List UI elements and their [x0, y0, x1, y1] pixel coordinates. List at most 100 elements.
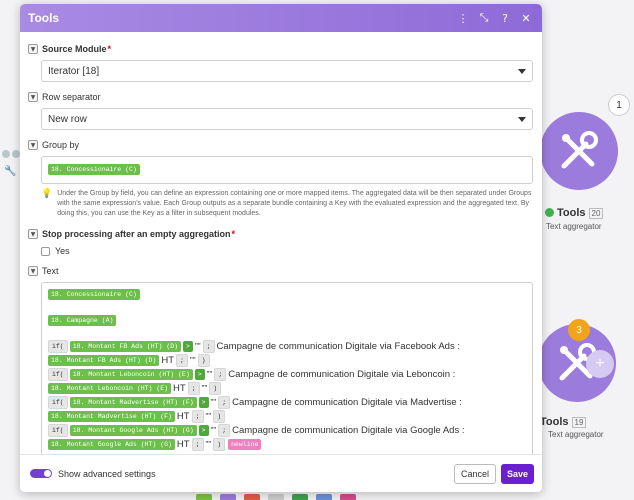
- source-module-field: ▼ Source Module * Iterator [18]: [28, 42, 534, 82]
- dialog-footer: Show advanced settings Cancel Save: [20, 454, 542, 492]
- label-text: Campagne de communication Digitale via L…: [228, 368, 456, 380]
- connector-dot: [2, 150, 10, 158]
- text-aggregator-node[interactable]: [540, 112, 618, 190]
- yes-checkbox[interactable]: [41, 246, 50, 256]
- row-separator-label: ▼ Row separator: [28, 90, 534, 104]
- dropdown-caret-icon: [518, 116, 526, 122]
- if-result-line: 18. Montant Madvertise (HT) (F) HT ; "" …: [48, 409, 526, 423]
- close-paren-pill[interactable]: ): [197, 353, 210, 367]
- close-paren-pill[interactable]: ): [213, 437, 226, 451]
- stop-processing-label: ▼ Stop processing after an empty aggrega…: [28, 227, 534, 241]
- chevron-down-icon[interactable]: ▼: [28, 229, 38, 239]
- group-by-label: ▼ Group by: [28, 138, 534, 152]
- node-subtitle: Text aggregator: [548, 430, 604, 439]
- if-function-pill[interactable]: if(: [48, 395, 68, 409]
- wrench-icon: 🔧: [4, 166, 17, 177]
- text-label: ▼ Text: [28, 264, 534, 278]
- row-separator-value: New row: [48, 113, 87, 125]
- node-title: Tools 20: [545, 207, 604, 219]
- add-module-icon[interactable]: +: [586, 350, 614, 378]
- chevron-down-icon[interactable]: ▼: [28, 140, 38, 150]
- label-text: Campagne de communication Digitale via G…: [232, 424, 465, 436]
- operation-counter: 3: [568, 319, 590, 341]
- mapped-item-pill[interactable]: 18. Concessionaire (C): [48, 164, 140, 176]
- separator-pill[interactable]: ;: [218, 423, 231, 437]
- node-subtitle: Text aggregator: [546, 222, 602, 231]
- operator-pill[interactable]: >: [198, 396, 209, 408]
- operation-counter: 1: [608, 94, 630, 116]
- mapped-item-pill[interactable]: 18. Montant Google Ads (HT) (G): [69, 424, 197, 436]
- if-expression-line: if( 18. Montant FB Ads (HT) (D) > "" ; C…: [48, 339, 526, 353]
- label-text: Campagne de communication Digitale via M…: [232, 396, 462, 408]
- advanced-settings-toggle[interactable]: [30, 469, 52, 478]
- mapped-item-pill[interactable]: 18. Montant Madvertise (HT) (F): [69, 396, 197, 408]
- expand-icon[interactable]: ⤡: [476, 10, 492, 26]
- bottom-toolbar: [196, 494, 356, 500]
- mapped-item-pill[interactable]: 18. Montant Madvertise (HT) (F): [48, 410, 175, 422]
- tools-icon: [561, 131, 598, 169]
- label-text: Campagne de communication Digitale via F…: [216, 340, 460, 352]
- node-title: Tools 19: [540, 416, 587, 428]
- separator-pill[interactable]: ;: [191, 437, 204, 451]
- save-button[interactable]: Save: [500, 463, 534, 484]
- dialog-header: Tools ⋮ ⤡ ? ✕: [20, 4, 542, 32]
- operator-pill[interactable]: >: [183, 340, 193, 352]
- mapped-item-pill[interactable]: 18. Concessionaire (C): [48, 288, 140, 300]
- connector-dot: [12, 150, 20, 158]
- stop-processing-field: ▼ Stop processing after an empty aggrega…: [28, 227, 534, 256]
- operator-pill[interactable]: >: [194, 368, 205, 380]
- yes-label: Yes: [55, 246, 70, 256]
- text-field: ▼ Text 18. Concessionaire (C) 18. Campag…: [28, 264, 534, 454]
- separator-pill[interactable]: ;: [191, 409, 204, 423]
- lightbulb-icon: 💡: [41, 189, 53, 199]
- mapped-item-pill[interactable]: 18. Montant Leboncoin (HT) (E): [69, 368, 193, 380]
- chevron-down-icon[interactable]: ▼: [28, 44, 38, 54]
- if-function-pill[interactable]: if(: [48, 367, 68, 381]
- if-function-pill[interactable]: if(: [48, 423, 68, 437]
- separator-pill[interactable]: ;: [214, 367, 227, 381]
- dropdown-caret-icon: [518, 68, 526, 74]
- mapped-item-pill[interactable]: 18. Montant Leboncoin (HT) (E): [48, 382, 172, 394]
- separator-pill[interactable]: ;: [187, 381, 200, 395]
- newline-pill[interactable]: newline: [228, 438, 262, 450]
- chevron-down-icon[interactable]: ▼: [28, 266, 38, 276]
- separator-pill[interactable]: ;: [218, 395, 231, 409]
- module-number: 20: [588, 208, 604, 219]
- dialog-body: ▼ Source Module * Iterator [18] ▼ Row sep…: [20, 32, 542, 454]
- if-expression-line: if( 18. Montant Google Ads (HT) (G) > ""…: [48, 423, 526, 437]
- close-icon[interactable]: ✕: [518, 10, 534, 26]
- tools-dialog: Tools ⋮ ⤡ ? ✕ ▼ Source Module * Iterator …: [20, 4, 542, 492]
- row-separator-select[interactable]: New row: [41, 108, 533, 130]
- group-by-hint: 💡 Under the Group by field, you can defi…: [41, 189, 532, 217]
- close-paren-pill[interactable]: ): [213, 409, 226, 423]
- if-result-line: 18. Montant Leboncoin (HT) (E) HT ; "" ): [48, 381, 526, 395]
- mapped-item-pill[interactable]: 18. Montant FB Ads (HT) (D): [48, 354, 160, 366]
- if-expression-line: if( 18. Montant Madvertise (HT) (F) > ""…: [48, 395, 526, 409]
- advanced-settings-label: Show advanced settings: [58, 468, 156, 479]
- if-function-pill[interactable]: if(: [48, 339, 68, 353]
- mapped-item-pill[interactable]: 18. Montant FB Ads (HT) (D): [69, 340, 182, 352]
- mapped-item-pill[interactable]: 18. Campagne (A): [48, 314, 117, 326]
- if-result-line: 18. Montant FB Ads (HT) (D) HT ; "" ): [48, 353, 526, 367]
- operator-pill[interactable]: >: [198, 424, 209, 436]
- separator-pill[interactable]: ;: [202, 339, 215, 353]
- group-by-input[interactable]: 18. Concessionaire (C): [41, 156, 533, 184]
- separator-pill[interactable]: ;: [176, 353, 188, 367]
- mapped-item-pill[interactable]: 18. Montant Google Ads (HT) (G): [48, 438, 175, 450]
- source-module-label: ▼ Source Module *: [28, 42, 534, 56]
- module-number: 19: [571, 417, 587, 428]
- if-result-line: 18. Montant Google Ads (HT) (G) HT ; "" …: [48, 437, 526, 451]
- source-module-value: Iterator [18]: [48, 65, 100, 77]
- more-icon[interactable]: ⋮: [455, 10, 471, 26]
- group-by-field: ▼ Group by 18. Concessionaire (C) 💡 Unde…: [28, 138, 534, 219]
- help-icon[interactable]: ?: [497, 10, 513, 26]
- status-dot-icon: [545, 208, 554, 217]
- close-paren-pill[interactable]: ): [209, 381, 222, 395]
- chevron-down-icon[interactable]: ▼: [28, 92, 38, 102]
- if-expression-line: if( 18. Montant Leboncoin (HT) (E) > "" …: [48, 367, 526, 381]
- yes-checkbox-row[interactable]: Yes: [41, 246, 534, 256]
- text-editor[interactable]: 18. Concessionaire (C) 18. Campagne (A) …: [41, 282, 533, 454]
- source-module-select[interactable]: Iterator [18]: [41, 60, 533, 82]
- dialog-title: Tools: [28, 11, 60, 25]
- cancel-button[interactable]: Cancel: [453, 463, 496, 484]
